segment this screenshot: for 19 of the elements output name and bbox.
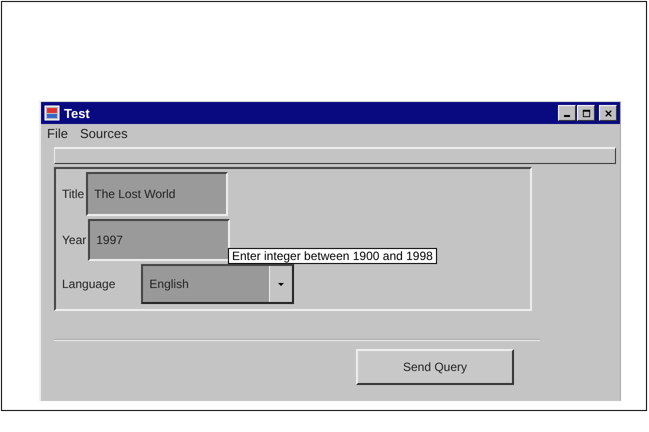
field-label: Year <box>62 233 86 247</box>
close-button[interactable] <box>599 105 617 121</box>
language-dropdown[interactable]: English <box>141 264 294 304</box>
input-field[interactable]: The Lost World <box>86 172 228 216</box>
field-label: Title <box>62 187 84 201</box>
caret-icon <box>278 282 284 286</box>
menu-item[interactable]: Sources <box>80 126 128 141</box>
minimize-button[interactable] <box>558 105 576 121</box>
maximize-button[interactable] <box>577 105 595 121</box>
send-query-button[interactable]: Send Query <box>356 349 514 385</box>
maximize-icon <box>582 108 590 118</box>
minimize-icon <box>564 115 570 117</box>
menu-item[interactable]: File <box>47 126 68 141</box>
close-icon <box>604 108 612 118</box>
field-label: Language <box>62 277 116 291</box>
input-field[interactable]: 1997 <box>88 219 230 261</box>
tooltip: Enter integer between 1900 and 1998 <box>228 248 437 264</box>
app-icon[interactable] <box>44 105 60 121</box>
window-title: Test <box>64 106 91 120</box>
